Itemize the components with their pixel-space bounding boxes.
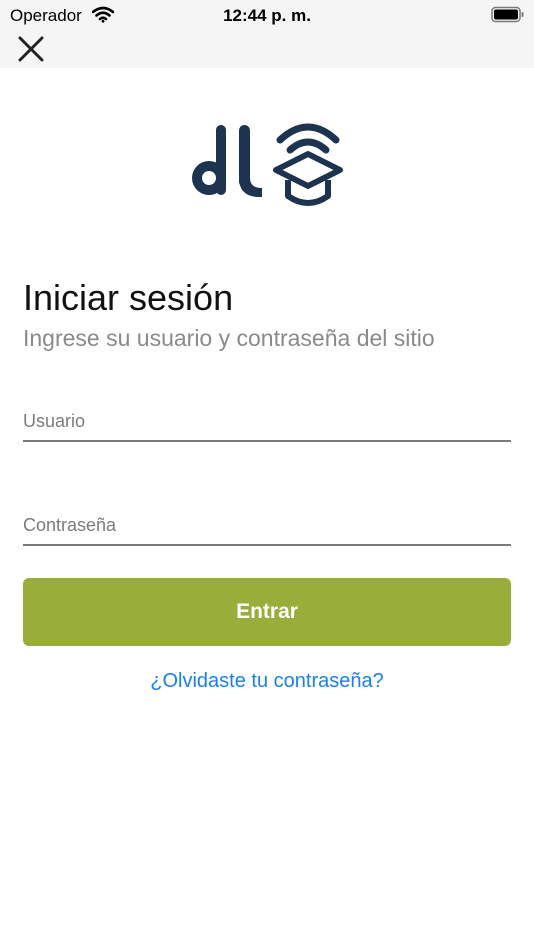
username-field[interactable] [23,406,511,442]
status-bar: Operador 12:44 p. m. [0,0,534,30]
close-icon[interactable] [16,36,46,62]
page-subtitle: Ingrese su usuario y contraseña del siti… [23,325,435,351]
battery-icon [491,6,524,23]
forgot-password-link[interactable]: ¿Olvidaste tu contraseña? [0,670,534,693]
login-button[interactable]: Entrar [23,578,511,646]
app-logo [192,123,343,206]
page-title: Iniciar sesión [23,277,234,318]
clock: 12:44 p. m. [223,6,311,25]
password-field[interactable] [23,510,511,546]
login-screen: Operador 12:44 p. m. Iniciar sesión Ingr… [0,0,534,950]
